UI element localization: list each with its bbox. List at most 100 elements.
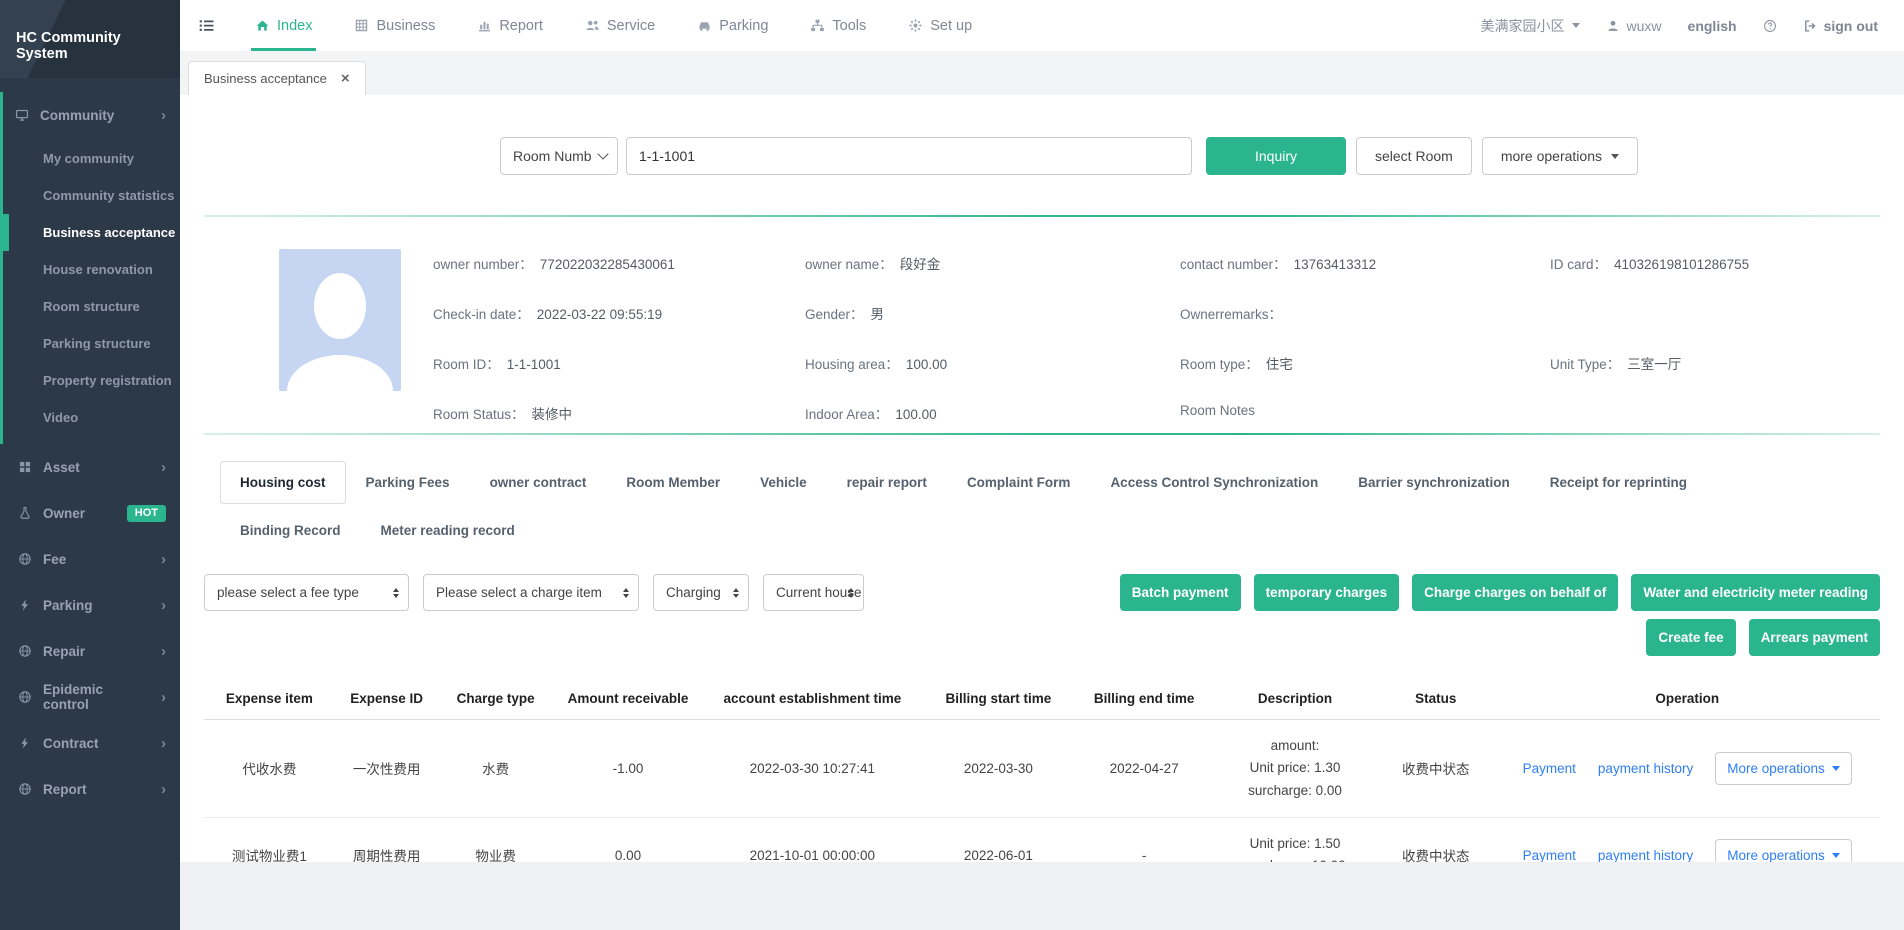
sidebar-item-label: Asset — [43, 460, 80, 475]
sidebar-item-video[interactable]: Video — [3, 399, 180, 436]
sidebar-item-repair[interactable]: Repair › — [0, 628, 180, 674]
inquiry-button[interactable]: Inquiry — [1206, 137, 1346, 175]
field-owner-remarks: Ownerremarks： — [1180, 303, 1550, 353]
room-number-input[interactable] — [626, 137, 1192, 175]
batch-payment-button[interactable]: Batch payment — [1120, 574, 1241, 611]
search-field-select[interactable]: Room Number — [500, 137, 618, 175]
tab-binding-record[interactable]: Binding Record — [220, 509, 361, 552]
cell-billing-end-time: - — [1075, 817, 1212, 862]
payment-history-link[interactable]: payment history — [1598, 761, 1693, 776]
more-operations-button[interactable]: More operations — [1715, 752, 1852, 785]
caret-down-icon — [1832, 766, 1840, 771]
monitor-icon — [15, 108, 29, 122]
sign-out-button[interactable]: sign out — [1803, 18, 1878, 34]
nav-tools[interactable]: Tools — [810, 0, 866, 51]
menu-toggle-icon[interactable] — [198, 17, 215, 34]
tab-housing-cost[interactable]: Housing cost — [220, 461, 346, 504]
fee-type-select[interactable]: please select a fee type — [204, 574, 409, 611]
tab-meter-reading-record[interactable]: Meter reading record — [361, 509, 535, 552]
current-house-select[interactable]: Current house — [763, 574, 864, 611]
nav-service[interactable]: Service — [585, 0, 655, 51]
sidebar-item-property-registration[interactable]: Property registration — [3, 362, 180, 399]
col-charge-type: Charge type — [439, 678, 553, 720]
tab-business-acceptance[interactable]: Business acceptance × — [188, 61, 366, 95]
sidebar-item-community-statistics[interactable]: Community statistics — [3, 177, 180, 214]
sidebar-item-community[interactable]: Community › — [3, 92, 180, 138]
nav-parking[interactable]: Parking — [697, 0, 768, 51]
tab-room-member[interactable]: Room Member — [606, 461, 740, 504]
payment-link[interactable]: Payment — [1523, 761, 1576, 776]
payment-link[interactable]: Payment — [1523, 848, 1576, 862]
col-expense-id: Expense ID — [335, 678, 439, 720]
col-billing-end-time: Billing end time — [1075, 678, 1212, 720]
cell-billing-start-time: 2022-06-01 — [921, 817, 1075, 862]
tab-repair-report[interactable]: repair report — [827, 461, 947, 504]
help-button[interactable] — [1763, 19, 1777, 33]
nav-index[interactable]: Index — [255, 0, 312, 51]
nav-label: Index — [277, 18, 312, 34]
sign-out-icon — [1803, 19, 1817, 33]
charge-item-select[interactable]: Please select a charge item — [423, 574, 639, 611]
tab-parking-fees[interactable]: Parking Fees — [346, 461, 470, 504]
language-toggle[interactable]: english — [1688, 18, 1737, 34]
top-nav-right: 美满家园小区 wuxw english sign out — [1481, 16, 1878, 36]
cell-expense-item: 代收水费 — [204, 720, 335, 818]
sidebar-item-house-renovation[interactable]: House renovation — [3, 251, 180, 288]
sidebar-item-my-community[interactable]: My community — [3, 140, 180, 177]
sidebar-item-label: Community — [40, 108, 114, 123]
create-fee-button[interactable]: Create fee — [1646, 619, 1735, 656]
more-operations-label: more operations — [1501, 148, 1602, 164]
search-field-value: Room Number — [513, 148, 591, 164]
cell-billing-start-time: 2022-03-30 — [921, 720, 1075, 818]
cell-operation: Payment payment history More operations — [1494, 817, 1880, 862]
field-unit-type: Unit Type：三室一厅 — [1550, 353, 1880, 403]
close-icon[interactable]: × — [341, 71, 350, 86]
tab-barrier-synchronization[interactable]: Barrier synchronization — [1338, 461, 1530, 504]
select-room-button[interactable]: select Room — [1356, 137, 1472, 175]
chevron-right-icon: › — [161, 735, 166, 752]
caret-down-icon — [1611, 154, 1619, 159]
nav-report[interactable]: Report — [477, 0, 543, 51]
water-electricity-meter-reading-button[interactable]: Water and electricity meter reading — [1631, 574, 1880, 611]
sidebar-item-epidemic-control[interactable]: Epidemic control › — [0, 674, 180, 720]
col-billing-start-time: Billing start time — [921, 678, 1075, 720]
tab-bar: Business acceptance × — [180, 51, 1904, 95]
sidebar-item-fee[interactable]: Fee › — [0, 536, 180, 582]
cell-account-establishment-time: 2022-03-30 10:27:41 — [703, 720, 921, 818]
sidebar-item-parking-structure[interactable]: Parking structure — [3, 325, 180, 362]
sidebar-item-parking[interactable]: Parking › — [0, 582, 180, 628]
user-icon — [1606, 19, 1620, 33]
tab-receipt-for-reprinting[interactable]: Receipt for reprinting — [1530, 461, 1707, 504]
arrears-payment-button[interactable]: Arrears payment — [1749, 619, 1880, 656]
tab-vehicle[interactable]: Vehicle — [740, 461, 827, 504]
user-menu[interactable]: wuxw — [1606, 18, 1662, 34]
community-selector[interactable]: 美满家园小区 — [1481, 16, 1580, 36]
cell-description: amount: Unit price: 1.30 surcharge: 0.00 — [1213, 720, 1377, 818]
sidebar-item-room-structure[interactable]: Room structure — [3, 288, 180, 325]
content-panel: Room Number Inquiry select Room more ope… — [180, 95, 1904, 862]
more-operations-dropdown[interactable]: more operations — [1482, 137, 1638, 175]
nav-set-up[interactable]: Set up — [908, 0, 972, 51]
nav-business[interactable]: Business — [354, 0, 435, 51]
question-circle-icon — [1763, 19, 1777, 33]
more-operations-button[interactable]: More operations — [1715, 839, 1852, 862]
chevron-right-icon: › — [161, 643, 166, 660]
sidebar-item-contract[interactable]: Contract › — [0, 720, 180, 766]
charging-status-select[interactable]: Charging — [653, 574, 749, 611]
community-submenu: My community Community statistics Busine… — [3, 138, 180, 444]
tab-owner-contract[interactable]: owner contract — [470, 461, 607, 504]
tab-access-control-synchronization[interactable]: Access Control Synchronization — [1090, 461, 1338, 504]
home-icon — [255, 18, 270, 33]
sidebar-item-owner[interactable]: Owner HOT — [0, 490, 180, 536]
payment-history-link[interactable]: payment history — [1598, 848, 1693, 862]
field-room-id: Room ID：1-1-1001 — [433, 353, 805, 403]
sidebar-item-report[interactable]: Report › — [0, 766, 180, 812]
tab-complaint-form[interactable]: Complaint Form — [947, 461, 1091, 504]
cell-billing-end-time: 2022-04-27 — [1075, 720, 1212, 818]
sidebar-item-business-acceptance[interactable]: Business acceptance — [3, 214, 180, 251]
charge-on-behalf-button[interactable]: Charge charges on behalf of — [1412, 574, 1618, 611]
field-room-type: Room type：住宅 — [1180, 353, 1550, 403]
chevron-right-icon: › — [161, 689, 166, 706]
temporary-charges-button[interactable]: temporary charges — [1254, 574, 1400, 611]
sidebar-item-asset[interactable]: Asset › — [0, 444, 180, 490]
